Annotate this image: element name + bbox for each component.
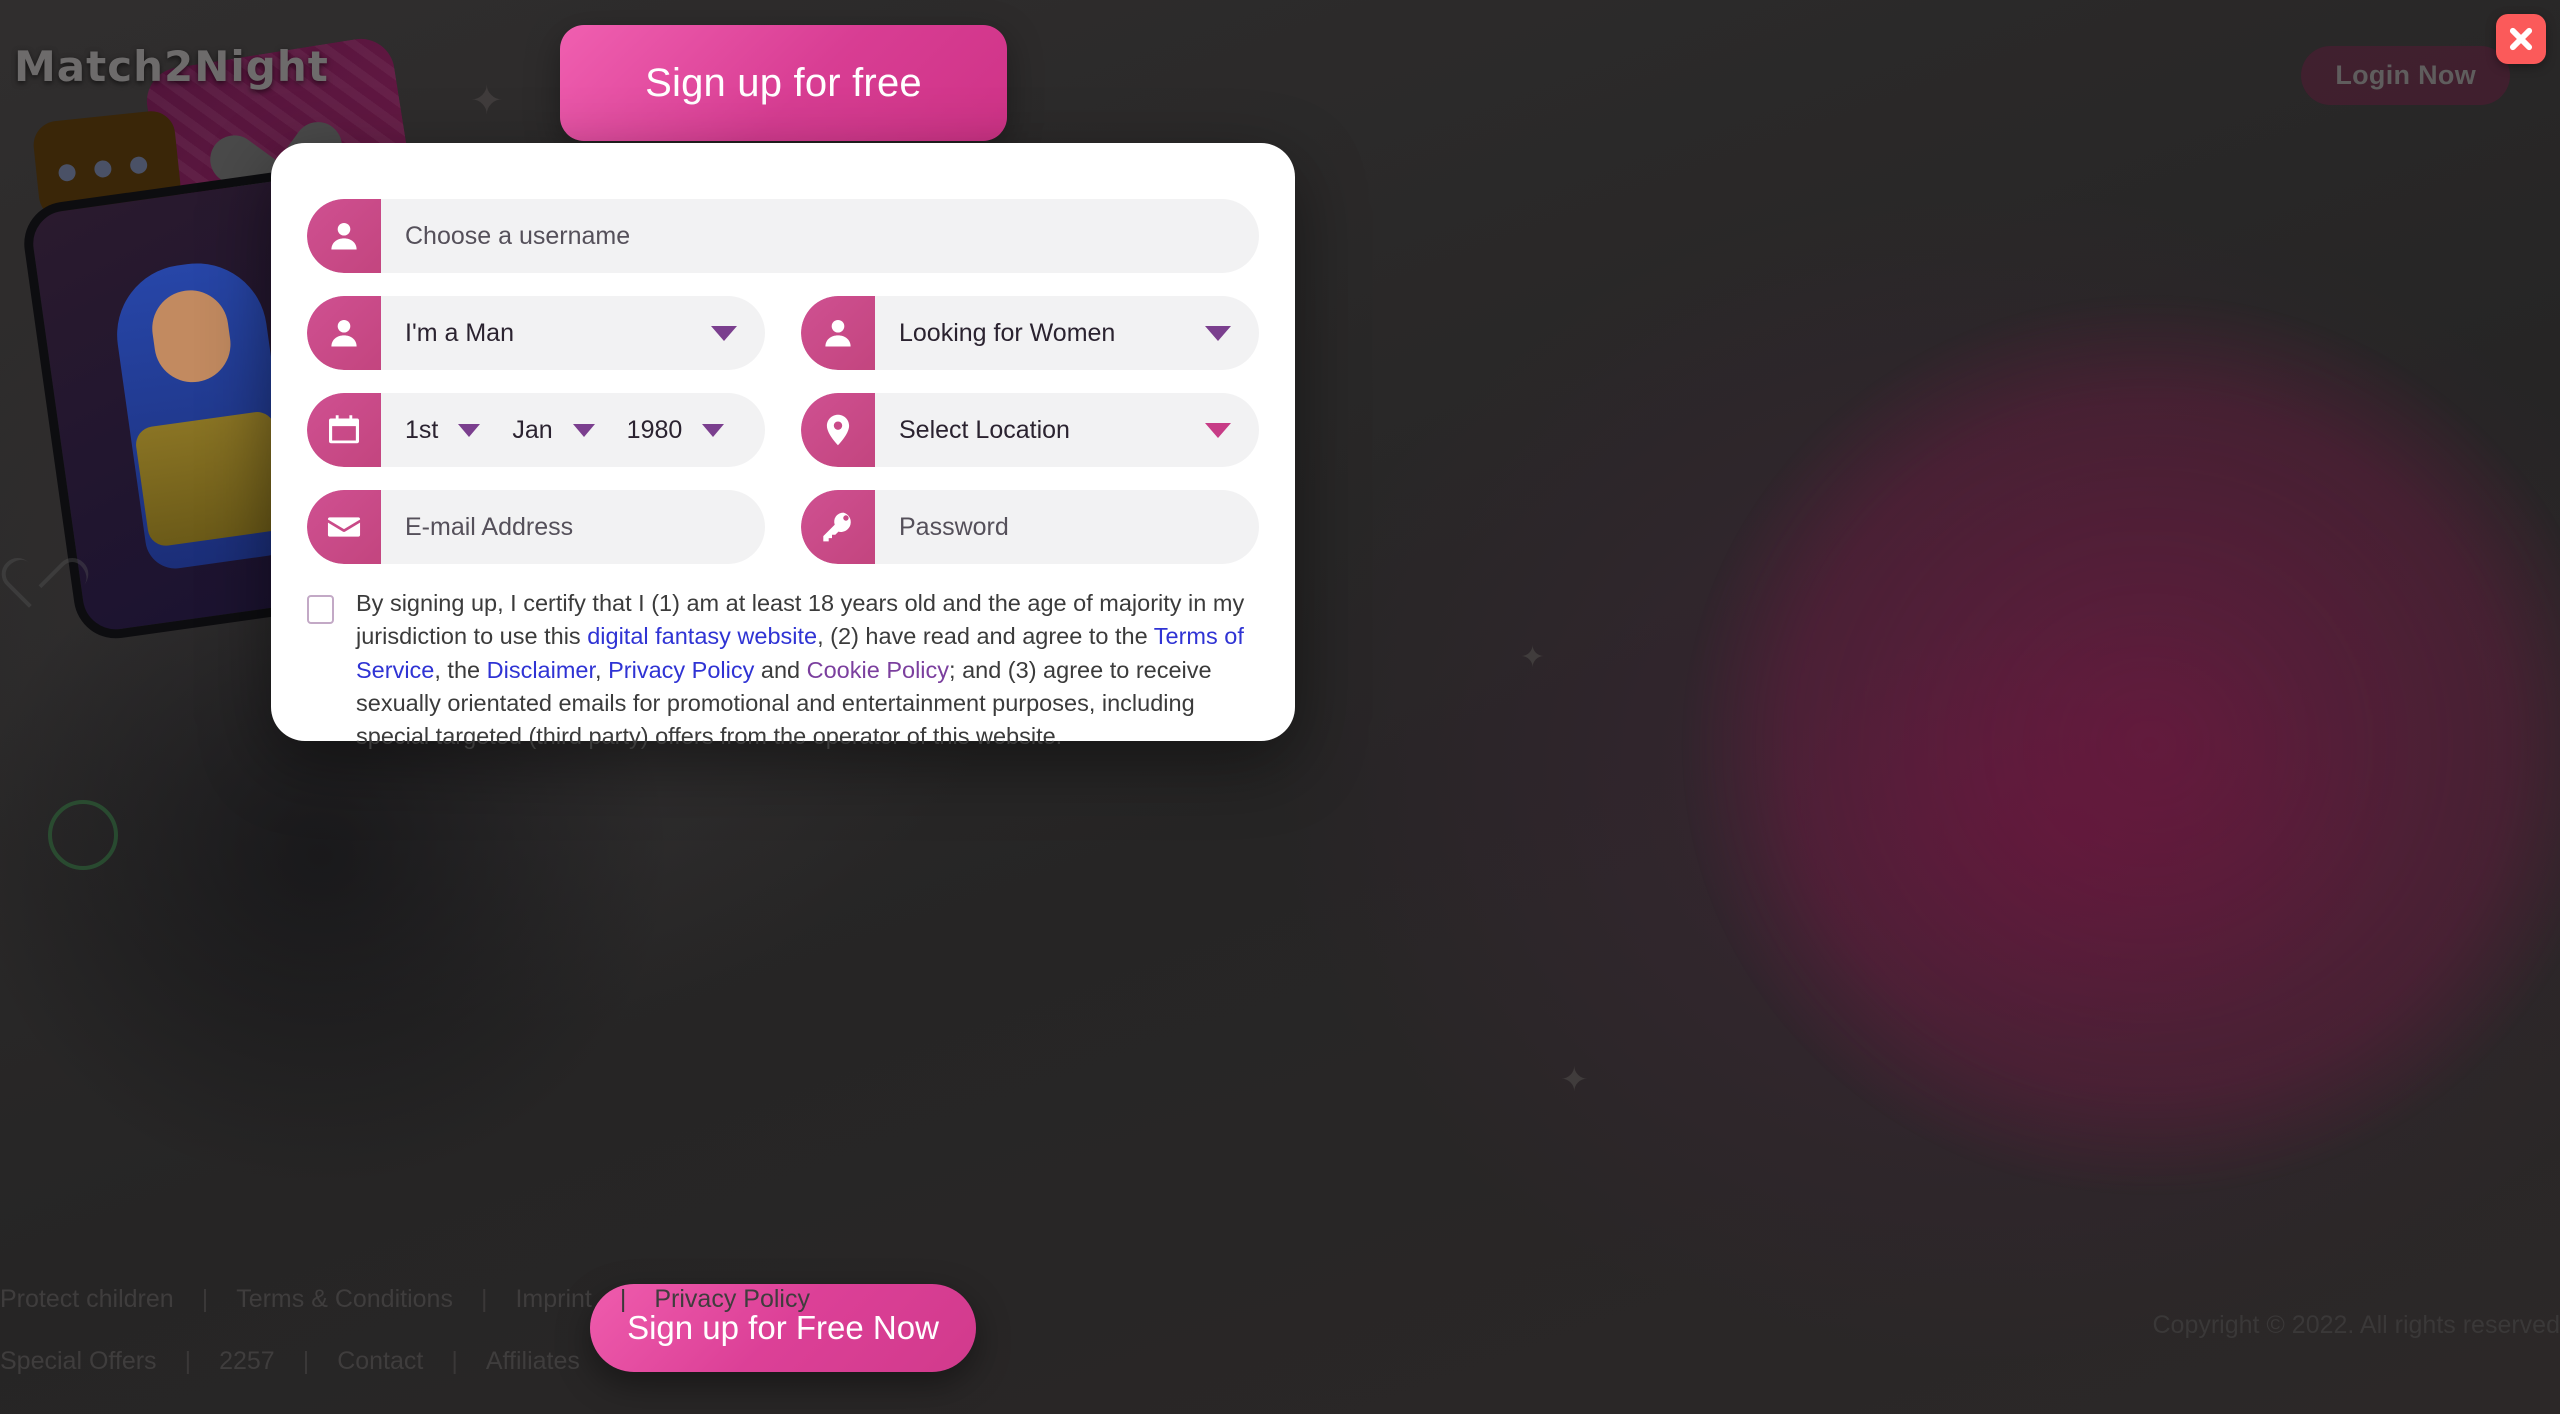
footer-separator: | — [451, 1346, 458, 1375]
person-icon — [801, 296, 875, 370]
footer-link-contact[interactable]: Contact — [337, 1347, 423, 1376]
credentials-row: E-mail Address Password — [307, 490, 1259, 564]
dob-month-select[interactable]: Jan — [512, 415, 595, 445]
footer-link-special-offers[interactable]: Special Offers — [0, 1347, 157, 1376]
close-icon[interactable] — [2496, 14, 2546, 64]
terms-text: By signing up, I certify that I (1) am a… — [356, 587, 1251, 754]
gender-value[interactable]: I'm a Man — [381, 319, 711, 348]
sparkle-icon: ✦ — [470, 79, 504, 123]
link-privacy-policy[interactable]: Privacy Policy — [608, 657, 754, 683]
chevron-down-icon[interactable] — [572, 423, 595, 437]
footer-link-privacy-policy[interactable]: Privacy Policy — [654, 1285, 810, 1314]
chevron-down-icon[interactable] — [711, 325, 737, 341]
person-icon — [307, 199, 381, 273]
key-icon — [801, 490, 875, 564]
footer-separator: | — [184, 1346, 192, 1375]
footer-separator: | — [201, 1284, 209, 1313]
dob-month-value: Jan — [512, 415, 553, 444]
footer-separator: | — [619, 1284, 627, 1313]
footer-copyright: Copyright © 2022. All rights reserved — [2152, 1311, 2560, 1339]
smiley-icon — [48, 800, 118, 870]
username-input[interactable]: Choose a username — [381, 222, 1259, 251]
chevron-down-icon[interactable] — [458, 423, 481, 437]
calendar-icon — [307, 393, 381, 467]
sparkle-icon: ✦ — [1520, 641, 1546, 674]
person-icon — [307, 296, 381, 370]
username-field[interactable]: Choose a username — [307, 199, 1259, 273]
location-value[interactable]: Select Location — [875, 416, 1205, 445]
dob-day-select[interactable]: 1st — [405, 415, 481, 445]
terms-checkbox[interactable] — [307, 595, 334, 624]
username-row: Choose a username — [307, 199, 1259, 273]
footer-link-protect-children[interactable]: Protect children — [0, 1285, 174, 1314]
chevron-down-icon[interactable] — [1205, 422, 1231, 438]
footer-link-imprint[interactable]: Imprint — [515, 1285, 591, 1314]
dob-segments: 1st Jan 1980 — [381, 416, 765, 445]
envelope-icon — [307, 490, 381, 564]
seeking-select[interactable]: Looking for Women — [801, 296, 1259, 370]
footer-link-affiliates[interactable]: Affiliates — [486, 1347, 580, 1376]
dob-field[interactable]: 1st Jan 1980 — [307, 393, 765, 467]
close-glyph — [2509, 27, 2533, 51]
seeking-value[interactable]: Looking for Women — [875, 319, 1205, 348]
terms-part-3: , the — [434, 656, 487, 683]
footer-link-2257[interactable]: 2257 — [219, 1347, 275, 1376]
link-disclaimer[interactable]: Disclaimer — [487, 657, 595, 683]
location-pin-icon — [801, 393, 875, 467]
email-input[interactable]: E-mail Address — [381, 513, 765, 542]
email-field[interactable]: E-mail Address — [307, 490, 765, 564]
page-root: ✦ ✦ ✦ Match2Night Login Now Sign up for … — [0, 0, 2560, 1414]
footer-separator: | — [302, 1346, 310, 1375]
chevron-down-icon[interactable] — [702, 423, 725, 437]
link-digital-fantasy-website[interactable]: digital fantasy website — [587, 623, 817, 649]
terms-block: By signing up, I certify that I (1) am a… — [307, 587, 1259, 754]
dob-location-row: 1st Jan 1980 Select Location — [307, 393, 1259, 467]
terms-part-5: and — [754, 656, 807, 683]
signup-top-button[interactable]: Sign up for free — [560, 25, 1007, 141]
gender-select[interactable]: I'm a Man — [307, 296, 765, 370]
site-footer: Protect children | Terms & Conditions | … — [0, 1268, 2560, 1414]
footer-separator: | — [480, 1284, 488, 1313]
site-logo[interactable]: Match2Night — [14, 42, 329, 91]
terms-part-4: , — [595, 656, 609, 683]
footer-link-terms-conditions[interactable]: Terms & Conditions — [236, 1285, 453, 1314]
login-now-button[interactable]: Login Now — [2301, 46, 2510, 105]
gender-row: I'm a Man Looking for Women — [307, 296, 1259, 370]
link-cookie-policy[interactable]: Cookie Policy — [807, 657, 949, 683]
dob-year-select[interactable]: 1980 — [627, 416, 725, 445]
chevron-down-icon[interactable] — [1205, 325, 1231, 341]
signup-modal: Choose a username I'm a Man Looking for … — [271, 143, 1295, 749]
location-select[interactable]: Select Location — [801, 393, 1259, 467]
password-field[interactable]: Password — [801, 490, 1259, 564]
terms-part-2: , (2) have read and agree to the — [817, 623, 1154, 650]
sparkle-icon: ✦ — [1560, 1061, 1589, 1099]
heart-outline-icon — [16, 560, 70, 612]
dob-year-value: 1980 — [626, 415, 683, 444]
dob-day-value: 1st — [405, 415, 439, 444]
password-input[interactable]: Password — [875, 513, 1259, 542]
